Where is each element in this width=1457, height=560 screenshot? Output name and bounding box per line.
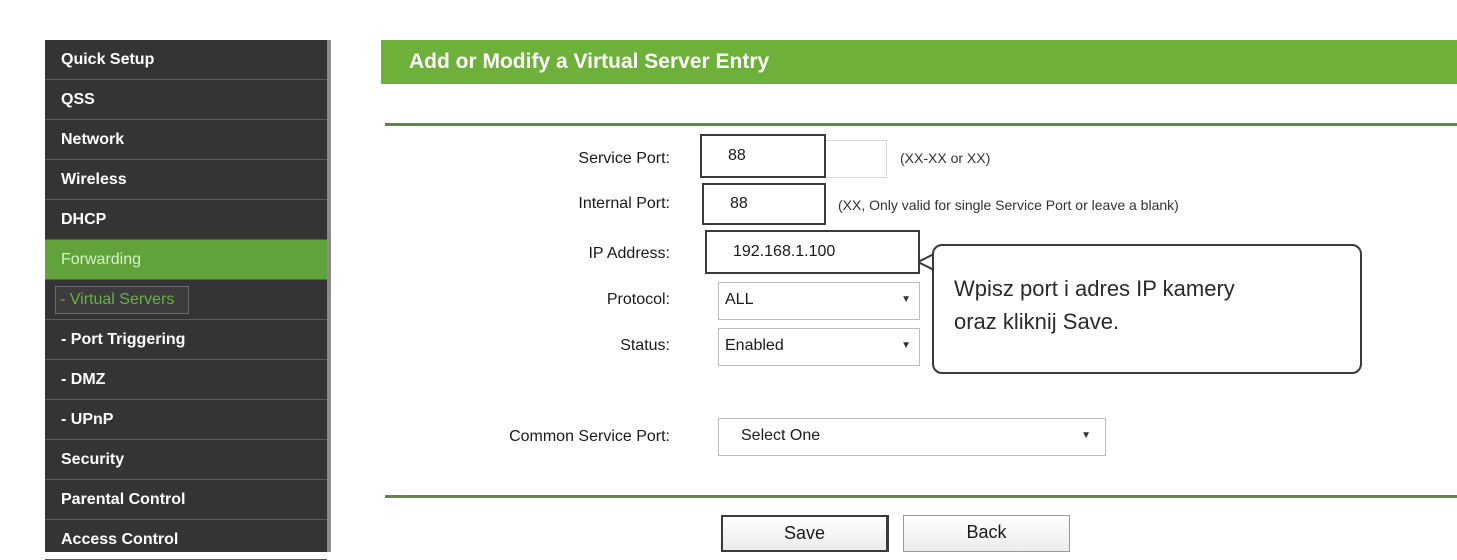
status-select[interactable]: Enabled ▼ (718, 328, 920, 366)
save-button[interactable]: Save (721, 515, 889, 552)
callout-line-1: Wpisz port i adres IP kamery (954, 276, 1235, 301)
internal-port-input[interactable]: 88 (702, 183, 826, 225)
sidebar-menu: Quick Setup QSS Network Wireless DHCP Fo… (45, 40, 327, 560)
back-button[interactable]: Back (903, 515, 1070, 552)
protocol-label: Protocol: (606, 291, 670, 308)
common-service-port-label: Common Service Port: (509, 428, 670, 445)
sidebar-item-access-control[interactable]: Access Control (45, 520, 327, 560)
dropdown-arrow-icon: ▼ (1081, 430, 1091, 441)
sidebar-item-security[interactable]: Security (45, 440, 327, 480)
sidebar-item-port-triggering[interactable]: - Port Triggering (45, 320, 327, 360)
common-service-port-select[interactable]: Select One ▼ (718, 418, 1106, 456)
service-port-input[interactable]: 88 (700, 134, 826, 178)
sidebar-item-dhcp[interactable]: DHCP (45, 200, 327, 240)
sidebar-item-network[interactable]: Network (45, 120, 327, 160)
protocol-select-value: ALL (725, 291, 754, 308)
sidebar-item-parental-control[interactable]: Parental Control (45, 480, 327, 520)
sidebar-item-quick-setup[interactable]: Quick Setup (45, 40, 327, 80)
service-port-field-extension (823, 140, 887, 178)
sidebar-item-dmz[interactable]: - DMZ (45, 360, 327, 400)
internal-port-hint: (XX, Only valid for single Service Port … (838, 197, 1179, 213)
callout-line-2: oraz kliknij Save. (954, 309, 1120, 334)
bottom-divider (385, 495, 1457, 498)
sidebar-item-qss[interactable]: QSS (45, 80, 327, 120)
ip-address-input[interactable]: 192.168.1.100 (705, 230, 920, 274)
sidebar-item-label: - Virtual Servers (55, 286, 190, 314)
sidebar-item-forwarding[interactable]: Forwarding (45, 240, 327, 280)
dropdown-arrow-icon: ▼ (901, 294, 911, 305)
instruction-callout: Wpisz port i adres IP kamery oraz klikni… (932, 244, 1362, 374)
ip-address-label: IP Address: (588, 245, 670, 262)
service-port-label: Service Port: (578, 150, 670, 167)
protocol-select[interactable]: ALL ▼ (718, 282, 920, 320)
service-port-hint: (XX-XX or XX) (900, 150, 991, 166)
status-select-value: Enabled (725, 337, 784, 354)
page-title: Add or Modify a Virtual Server Entry (409, 50, 770, 73)
internal-port-label: Internal Port: (578, 195, 670, 212)
sidebar-divider (327, 40, 331, 552)
page-header: Add or Modify a Virtual Server Entry (381, 40, 1457, 84)
sidebar-item-wireless[interactable]: Wireless (45, 160, 327, 200)
sidebar-item-upnp[interactable]: - UPnP (45, 400, 327, 440)
dropdown-arrow-icon: ▼ (901, 340, 911, 351)
top-divider (385, 123, 1457, 126)
common-service-port-value: Select One (741, 427, 821, 444)
sidebar-item-virtual-servers[interactable]: - Virtual Servers (45, 280, 327, 320)
status-label: Status: (620, 337, 670, 354)
